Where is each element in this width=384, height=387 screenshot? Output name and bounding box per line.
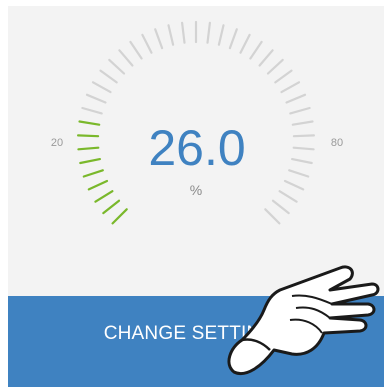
gauge-tick bbox=[91, 81, 112, 94]
gauge-tick bbox=[264, 208, 281, 225]
gauge-tick bbox=[292, 134, 315, 138]
gauge-min-label: 20 bbox=[51, 137, 63, 149]
gauge-tick bbox=[129, 40, 143, 60]
gauge-tick bbox=[79, 158, 102, 165]
gauge-tick bbox=[271, 199, 290, 215]
gauge-tick bbox=[291, 158, 313, 165]
humidity-gauge: 20 80 26.0 % bbox=[51, 20, 343, 225]
gauge-tick bbox=[167, 24, 175, 46]
gauge-unit: % bbox=[190, 182, 202, 198]
gauge-tick bbox=[239, 33, 251, 54]
gauge-tick bbox=[108, 58, 126, 75]
gauge-tick bbox=[206, 21, 211, 44]
change-settings-label: CHANGE SETTINGS bbox=[103, 323, 289, 344]
gauge-tick bbox=[283, 179, 305, 191]
gauge-tick bbox=[141, 33, 153, 54]
gauge-tick bbox=[289, 106, 311, 115]
gauge-tick bbox=[266, 58, 284, 75]
gauge-max-label: 80 bbox=[331, 137, 343, 149]
gauge-tick bbox=[78, 120, 101, 126]
gauge-tick bbox=[87, 179, 109, 191]
gauge-tick bbox=[77, 146, 100, 151]
gauge-tick bbox=[228, 28, 238, 50]
gauge-tick bbox=[154, 28, 164, 50]
gauge-tick bbox=[285, 93, 307, 104]
gauge-tick bbox=[111, 208, 128, 225]
gauge-tick bbox=[288, 169, 310, 178]
gauge-tick bbox=[292, 146, 315, 151]
gauge-tick bbox=[82, 169, 104, 178]
change-settings-button[interactable]: CHANGE SETTINGS bbox=[8, 296, 384, 387]
gauge-tick bbox=[258, 49, 274, 67]
gauge-tick bbox=[76, 134, 100, 138]
gauge-tick bbox=[99, 69, 118, 84]
gauge-tick bbox=[85, 93, 107, 104]
gauge-tick bbox=[118, 49, 134, 67]
gauge-tick bbox=[81, 106, 103, 115]
gauge-tick bbox=[291, 120, 314, 126]
gauge-tick bbox=[278, 190, 298, 203]
gauge-value: 26.0 bbox=[148, 120, 245, 176]
gauge-tick bbox=[181, 21, 186, 44]
gauge-tick bbox=[280, 81, 301, 94]
gauge-tick bbox=[274, 69, 293, 84]
gauge-tick bbox=[217, 24, 225, 46]
gauge-tick bbox=[94, 190, 114, 203]
gauge-tick bbox=[249, 40, 263, 60]
gauge-tick bbox=[102, 199, 121, 215]
